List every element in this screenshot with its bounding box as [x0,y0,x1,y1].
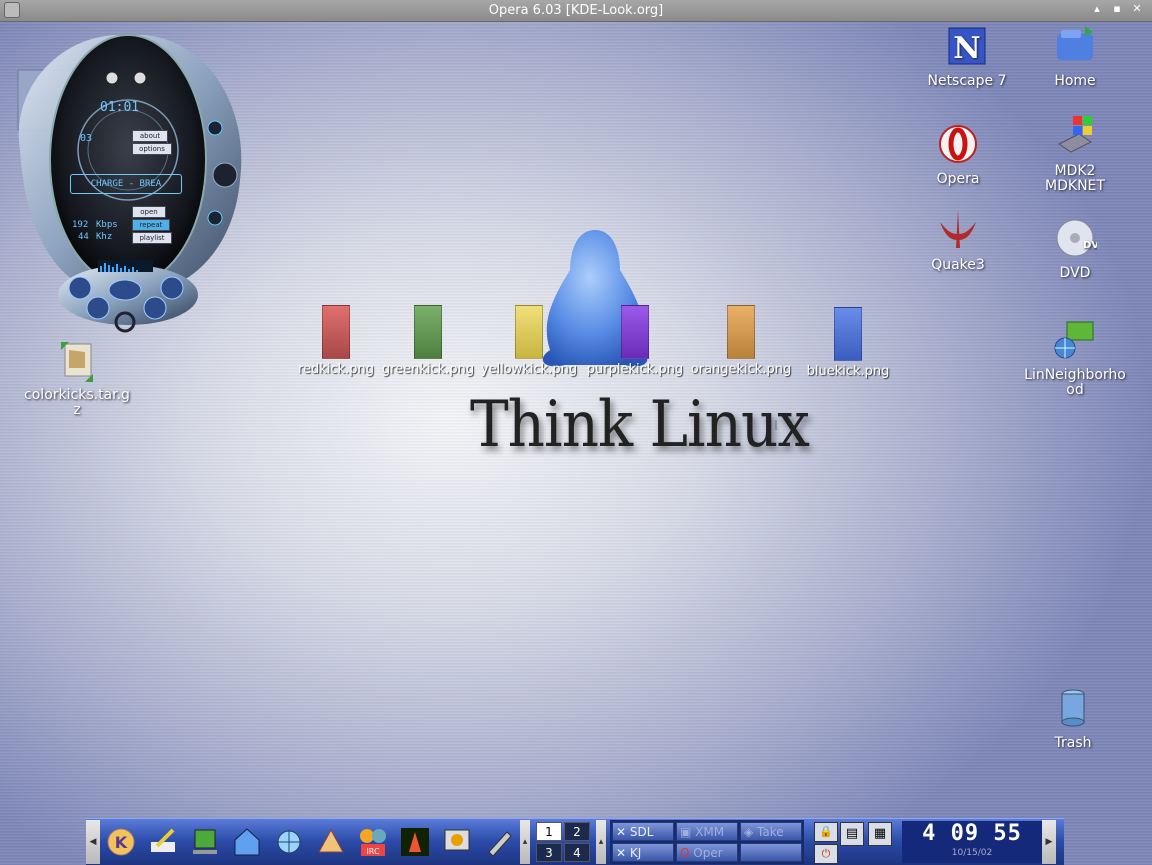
home-icon[interactable] [228,823,266,861]
desktop-icon-dvd[interactable]: DVD DVD [1020,216,1130,281]
desktop-icon-linneighborhood[interactable]: LinNeighborhood [1020,318,1130,398]
konqueror-icon[interactable] [270,823,308,861]
player-track-title: CHARGE - BREA [70,174,182,194]
home-folder-icon [1057,26,1093,60]
network-neighborhood-icon [1054,321,1094,359]
clipboard-icon[interactable]: ▤ [840,822,864,846]
desktop-icon-bluekick[interactable]: bluekick.png [793,307,903,379]
panel-handle-icon[interactable]: ▴ [520,820,530,864]
editor-icon[interactable] [480,823,518,861]
take-icon: ◈ [744,825,758,839]
close-icon[interactable]: ✕ [1130,2,1144,16]
clock-time: 4 09 55 [922,821,1022,846]
system-tray[interactable]: 🔒 ⏻ ▤ ▦ [814,822,892,864]
minimize-icon[interactable]: ▴ [1090,2,1104,16]
player-repeat-button[interactable]: repeat [132,219,170,231]
terminal-icon[interactable] [186,823,224,861]
task-xmms[interactable]: ▣ XMM [676,822,738,841]
task-take[interactable]: ◈ Take [740,822,802,841]
desktop-icon-trash[interactable]: Trash [1018,686,1128,751]
player-khz-unit: Khz [96,232,113,242]
desktop-icon-orangekick[interactable]: orangekick.png [686,305,796,377]
player-bitrate-unit: Kbps [96,220,118,230]
logout-icon[interactable]: ⏻ [814,844,838,864]
player-time: 01:01 [100,100,140,115]
netscape-icon: N [948,27,986,66]
clock-date: 10/15/02 [951,848,993,858]
player-options-button[interactable]: options [132,143,172,155]
desktop-icon-greenkick[interactable]: greenkick.png [373,305,483,377]
player-about-button[interactable]: about [132,130,168,142]
image-file-icon [414,305,442,359]
svg-text:N: N [953,31,980,66]
desktop-pager[interactable]: 1 2 3 4 [536,822,590,862]
archive-icon [61,342,93,382]
restore-icon[interactable]: ▪ [1110,2,1124,16]
task-list[interactable]: ✕ SDL ▣ XMM ◈ Take ✕ KJ O Oper [610,820,804,864]
desktop-icon-mdk2[interactable]: MDK2 MDKNET [1020,114,1130,194]
panel-hide-left-icon[interactable]: ◀ [86,820,100,864]
kde-menu-icon[interactable]: K [102,823,140,861]
xmms-icon: ▣ [680,825,696,839]
media-player-widget[interactable]: 01:01 03 CHARGE - BREA 192 Kbps 44 Khz a… [0,30,255,340]
image-file-icon [322,305,350,359]
task-sdl[interactable]: ✕ SDL [612,822,674,841]
desktop-icon-yellowkick[interactable]: yellowkick.png [474,305,584,377]
image-file-icon [727,305,755,359]
opera-icon [939,125,977,163]
svg-text:DVD: DVD [1083,240,1097,251]
pager-desktop-4[interactable]: 4 [564,843,590,862]
player-khz: 44 [78,232,89,242]
dvd-icon: DVD [1056,219,1107,257]
window-title: Opera 6.03 [KDE-Look.org] [488,3,664,18]
image-file-icon [621,305,649,359]
x-app-icon: ✕ [616,825,630,839]
x-app-icon: ✕ [616,846,630,860]
desktop-icon-home[interactable]: Home [1020,24,1130,89]
desktop-icon-opera[interactable]: Opera [903,122,1013,187]
clock[interactable]: 4 09 55 10/15/02 [902,821,1042,863]
mail-icon[interactable] [312,823,350,861]
think-linux-logo-text: Think Linux [470,386,810,462]
desktop-icon-purplekick[interactable]: purplekick.png [580,305,690,377]
network-cd-icon [1058,116,1092,153]
lock-icon[interactable]: 🔒 [814,822,838,842]
image-file-icon [515,305,543,359]
player-playlist-button[interactable]: playlist [132,232,172,244]
svg-text:K: K [115,833,128,852]
task-kj[interactable]: ✕ KJ [612,843,674,862]
quake3-icon [940,210,976,248]
desktop-icon-netscape[interactable]: N Netscape 7 [912,24,1022,89]
image-file-icon [834,307,862,361]
window-title-bar[interactable]: Opera 6.03 [KDE-Look.org] ▴ ▪ ✕ [0,0,1152,22]
trash-icon [1061,689,1085,727]
pager-desktop-1[interactable]: 1 [536,822,562,841]
desktop-icon-quake3[interactable]: Quake3 [903,208,1013,273]
kde-panel[interactable]: ◀ K IRC ▴ 1 2 3 4 ▴ ✕ SDL ▣ XMM ◈ Take ✕… [86,818,1064,865]
task-empty[interactable] [740,843,802,862]
player-open-button[interactable]: open [132,206,166,218]
desktop-icon-colorkicks[interactable]: colorkicks.tar.gz [22,338,132,418]
monitor-icon[interactable] [438,823,476,861]
irc-icon[interactable]: IRC [354,823,392,861]
player-track-number: 03 [80,133,93,144]
quake-launcher-icon[interactable] [396,823,434,861]
window-menu-button[interactable] [4,2,20,18]
panel-hide-right-icon[interactable]: ▶ [1042,820,1056,864]
player-bitrate: 192 [72,220,89,230]
pager-desktop-2[interactable]: 2 [564,822,590,841]
show-desktop-icon[interactable] [144,823,182,861]
opera-icon: O [680,846,694,860]
pager-desktop-3[interactable]: 3 [536,843,562,862]
panel-handle-icon[interactable]: ▴ [596,820,606,864]
task-opera[interactable]: O Oper [676,843,738,862]
calendar-icon[interactable]: ▦ [868,822,892,846]
svg-text:IRC: IRC [366,847,380,856]
